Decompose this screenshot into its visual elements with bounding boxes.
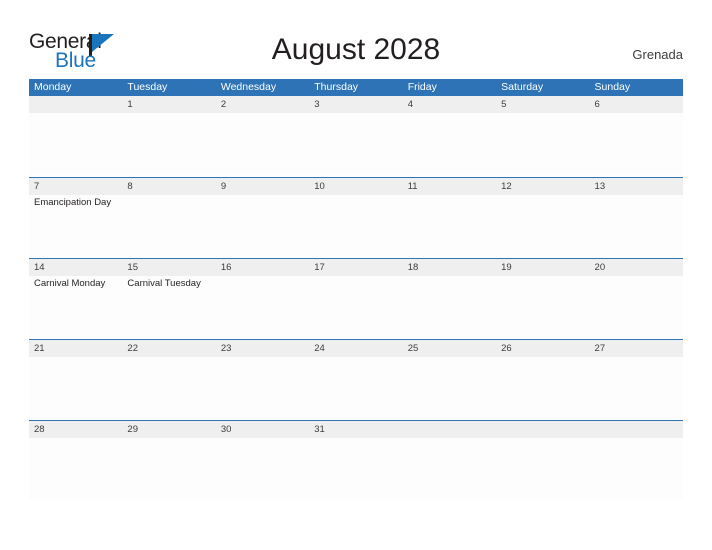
day-event[interactable]: Emancipation Day (29, 195, 122, 257)
day-number[interactable] (403, 421, 496, 438)
day-event[interactable] (309, 357, 402, 419)
week-date-band: 1 2 3 4 5 6 (29, 96, 683, 113)
week-date-band: 21 22 23 24 25 26 27 (29, 340, 683, 357)
day-event[interactable] (29, 357, 122, 419)
day-number[interactable]: 15 (122, 259, 215, 276)
calendar-page: General Blue August 2028 Grenada Monday … (0, 0, 712, 550)
day-number[interactable]: 25 (403, 340, 496, 357)
day-event[interactable] (29, 113, 122, 175)
day-number[interactable]: 13 (590, 178, 683, 195)
week-date-band: 7 8 9 10 11 12 13 (29, 178, 683, 195)
week-event-band (29, 357, 683, 419)
day-event[interactable] (309, 113, 402, 175)
day-number[interactable]: 29 (122, 421, 215, 438)
day-number[interactable] (29, 96, 122, 113)
day-event[interactable] (216, 438, 309, 500)
day-number[interactable]: 4 (403, 96, 496, 113)
day-event[interactable] (496, 276, 589, 338)
day-event[interactable] (590, 113, 683, 175)
day-event[interactable] (216, 195, 309, 257)
page-title: August 2028 (271, 33, 441, 66)
day-event[interactable] (122, 438, 215, 500)
week-event-band: Carnival Monday Carnival Tuesday (29, 276, 683, 338)
day-event[interactable] (403, 438, 496, 500)
day-number[interactable]: 20 (590, 259, 683, 276)
day-number[interactable]: 30 (216, 421, 309, 438)
day-event[interactable] (309, 438, 402, 500)
day-number[interactable]: 3 (309, 96, 402, 113)
week-event-band: Emancipation Day (29, 195, 683, 257)
day-number[interactable]: 16 (216, 259, 309, 276)
day-number[interactable]: 5 (496, 96, 589, 113)
country-label: Grenada (632, 47, 683, 62)
day-number[interactable]: 27 (590, 340, 683, 357)
day-event[interactable]: Carnival Tuesday (122, 276, 215, 338)
day-number[interactable]: 10 (309, 178, 402, 195)
day-event[interactable] (496, 438, 589, 500)
day-number[interactable]: 19 (496, 259, 589, 276)
page-header: General Blue August 2028 Grenada (0, 0, 712, 79)
week-row: 28 29 30 31 (29, 420, 683, 501)
day-event[interactable] (309, 276, 402, 338)
day-event[interactable] (496, 113, 589, 175)
day-number[interactable]: 7 (29, 178, 122, 195)
day-event[interactable] (122, 195, 215, 257)
day-number[interactable]: 18 (403, 259, 496, 276)
day-event[interactable] (403, 357, 496, 419)
day-number[interactable]: 31 (309, 421, 402, 438)
week-date-band: 14 15 16 17 18 19 20 (29, 259, 683, 276)
day-event[interactable] (403, 276, 496, 338)
day-number[interactable]: 14 (29, 259, 122, 276)
day-number[interactable]: 28 (29, 421, 122, 438)
day-event[interactable] (122, 357, 215, 419)
weekday-header-monday: Monday (34, 81, 72, 93)
day-event[interactable] (29, 438, 122, 500)
weekday-header-tuesday: Tuesday (127, 81, 168, 93)
week-event-band (29, 438, 683, 500)
day-event[interactable] (309, 195, 402, 257)
weekday-header-saturday: Saturday (501, 81, 544, 93)
day-event[interactable] (590, 276, 683, 338)
day-event[interactable]: Carnival Monday (29, 276, 122, 338)
day-event[interactable] (216, 357, 309, 419)
day-number[interactable]: 9 (216, 178, 309, 195)
day-event[interactable] (216, 276, 309, 338)
day-number[interactable]: 21 (29, 340, 122, 357)
day-number[interactable]: 22 (122, 340, 215, 357)
week-event-band (29, 113, 683, 175)
day-number[interactable] (590, 421, 683, 438)
week-row: 14 15 16 17 18 19 20 Carnival Monday Car… (29, 258, 683, 339)
day-event[interactable] (216, 113, 309, 175)
day-number[interactable]: 17 (309, 259, 402, 276)
day-event[interactable] (590, 195, 683, 257)
day-number[interactable]: 2 (216, 96, 309, 113)
weekday-header-wednesday: Wednesday (220, 81, 277, 93)
weekday-header-thursday: Thursday (314, 81, 359, 93)
calendar-grid: Monday Tuesday Wednesday Thursday Friday… (29, 79, 683, 501)
day-number[interactable]: 23 (216, 340, 309, 357)
weekday-header-friday: Friday (407, 81, 437, 93)
week-row: 1 2 3 4 5 6 (29, 96, 683, 177)
day-event[interactable] (403, 195, 496, 257)
day-event[interactable] (496, 195, 589, 257)
week-date-band: 28 29 30 31 (29, 421, 683, 438)
day-number[interactable]: 24 (309, 340, 402, 357)
day-number[interactable]: 12 (496, 178, 589, 195)
day-event[interactable] (590, 438, 683, 500)
day-number[interactable]: 26 (496, 340, 589, 357)
day-number[interactable]: 6 (590, 96, 683, 113)
day-event[interactable] (590, 357, 683, 419)
day-event[interactable] (122, 113, 215, 175)
week-row: 21 22 23 24 25 26 27 (29, 339, 683, 420)
weekday-header-row: Monday Tuesday Wednesday Thursday Friday… (29, 79, 683, 96)
day-number[interactable]: 8 (122, 178, 215, 195)
week-row: 7 8 9 10 11 12 13 Emancipation Day (29, 177, 683, 258)
day-number[interactable] (496, 421, 589, 438)
weekday-header-sunday: Sunday (594, 81, 631, 93)
day-number[interactable]: 1 (122, 96, 215, 113)
day-event[interactable] (403, 113, 496, 175)
day-number[interactable]: 11 (403, 178, 496, 195)
day-event[interactable] (496, 357, 589, 419)
